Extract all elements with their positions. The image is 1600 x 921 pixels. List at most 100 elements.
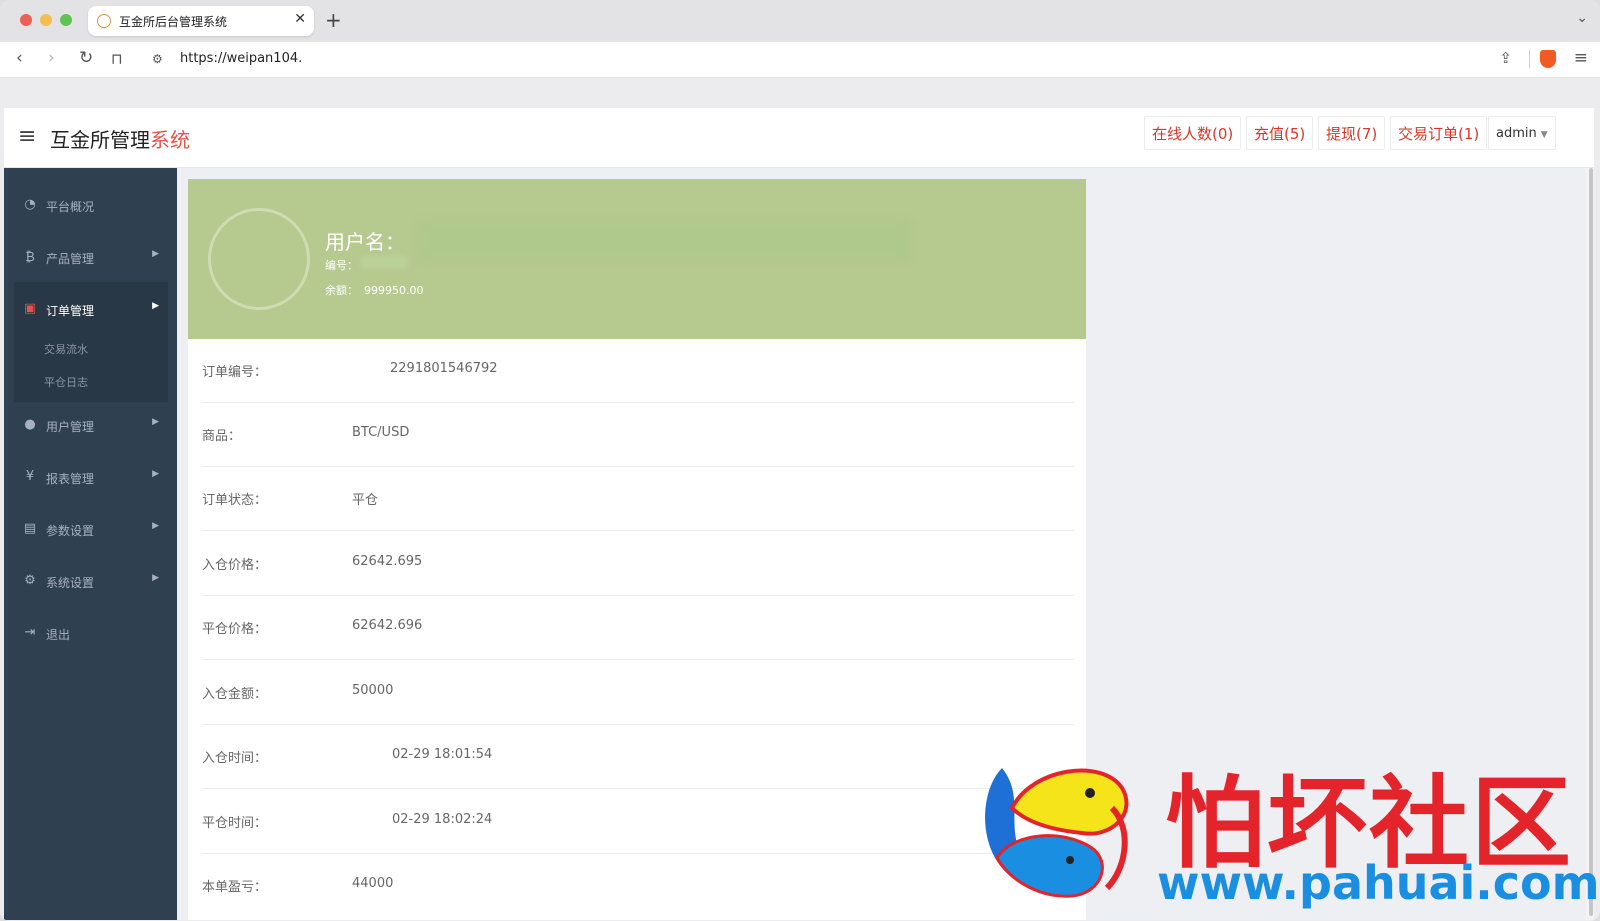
user-icon: ● [24,417,36,432]
detail-row-product: 商品： BTC/USD [202,403,1074,467]
yen-icon: ¥ [25,469,35,484]
logout-icon: ⇥ [24,625,36,640]
forward-arrow-icon[interactable]: › [48,48,55,68]
brand-title: 互金所管理系统 [50,124,190,153]
order-detail-card: 用户名： 编号： 余额： 999950.00 订单编号： 229180154679… [188,179,1086,920]
sidebar-item-reports[interactable]: ¥ 报表管理 ▶ [4,453,177,501]
new-tab-button[interactable]: + [325,8,342,32]
sidebar-item-label: 平台概况 [46,200,95,214]
tab-close-icon[interactable]: ✕ [294,11,306,27]
detail-value: 62642.695 [352,554,423,569]
detail-row-close-price: 平仓价格： 62642.696 [202,596,1074,660]
detail-label: 平仓时间： [202,816,268,831]
detail-label: 平仓价格： [202,622,268,637]
brave-shield-icon[interactable] [1540,50,1556,68]
detail-label: 入仓金额： [202,687,268,702]
balance-label: 余额： [325,284,358,297]
trade-orders-link[interactable]: 交易订单(1) [1390,116,1488,150]
avatar [208,208,310,310]
toolbar-divider [1529,50,1530,68]
caret-right-icon: ▶ [152,469,159,479]
detail-value: 50000 [352,683,394,698]
detail-row-amount: 入仓金额： 50000 [202,661,1074,725]
detail-row-close-time: 平仓时间： 02-29 18:02:24 [202,790,1074,854]
params-icon: ▤ [23,521,37,536]
site-settings-icon[interactable]: ⚙ [152,52,163,66]
username-label: 用户名： [325,230,405,254]
brand-main: 互金所管理 [50,128,150,152]
sidebar-item-products[interactable]: ₿ 产品管理 ▶ [4,233,177,281]
url-field[interactable]: https://weipan104. [180,51,302,66]
tab-strip: 互金所后台管理系统 ✕ + ⌄ [0,0,1600,42]
detail-value: 2291801546792 [390,361,498,376]
caret-right-icon: ▶ [152,521,159,531]
redacted-user-id [360,255,408,269]
tab-title: 互金所后台管理系统 [119,15,228,29]
tab-list-chevron-icon[interactable]: ⌄ [1576,10,1588,26]
bookmark-icon[interactable]: ⊓ [111,50,123,68]
detail-value: 44000 [352,876,394,891]
sidebar-item-logout[interactable]: ⇥ 退出 [4,609,177,657]
sidebar-subitem-trade-flow[interactable]: 交易流水 [44,341,88,357]
reload-icon[interactable]: ↻ [79,48,93,68]
withdraw-link[interactable]: 提现(7) [1318,116,1386,150]
sidebar-item-overview[interactable]: ◔ 平台概况 [4,181,177,229]
user-profile-banner: 用户名： 编号： 余额： 999950.00 [188,179,1086,339]
close-window-button[interactable] [20,14,32,26]
detail-row-pnl: 本单盈亏： 44000 [202,854,1074,918]
bitcoin-icon: ₿ [25,250,35,265]
sidebar-item-system[interactable]: ⚙ 系统设置 ▶ [4,557,177,605]
browser-window: 互金所后台管理系统 ✕ + ⌄ ‹ › ↻ ⊓ ⚙ https://weipan… [0,0,1600,921]
sidebar-item-label: 用户管理 [46,420,95,434]
detail-row-open-price: 入仓价格： 62642.695 [202,532,1074,596]
sidebar-item-label: 系统设置 [46,576,95,590]
sidebar: ◔ 平台概况 ₿ 产品管理 ▶ ▣ 订单管理 ▶ 交易流水 平仓日志 ● 用户管… [4,168,177,920]
caret-right-icon: ▶ [152,417,159,427]
sidebar-item-label: 订单管理 [46,304,95,318]
detail-row-open-time: 入仓时间： 02-29 18:01:54 [202,725,1074,789]
share-icon[interactable]: ⇪ [1499,49,1512,67]
detail-row-order-no: 订单编号： 2291801546792 [202,339,1074,403]
detail-value: 62642.696 [352,618,423,633]
redacted-username [418,221,913,261]
back-arrow-icon[interactable]: ‹ [16,48,23,68]
detail-row-status: 订单状态： 平仓 [202,467,1074,531]
sidebar-item-label: 退出 [46,628,71,642]
detail-label: 订单状态： [202,493,268,508]
app-header: ≡ 互金所管理系统 在线人数(0) 充值(5) 提现(7) 交易订单(1) ad… [4,108,1594,168]
sidebar-item-label: 报表管理 [46,472,95,486]
sidebar-item-label: 产品管理 [46,252,95,266]
detail-label: 本单盈亏： [202,880,268,895]
sidebar-item-params[interactable]: ▤ 参数设置 ▶ [4,505,177,553]
page-scrollbar-thumb[interactable] [1589,168,1593,916]
detail-value: 平仓 [352,493,379,508]
balance-line: 余额： 999950.00 [325,282,424,298]
user-id-label: 编号： [325,259,358,272]
address-toolbar: ‹ › ↻ ⊓ ⚙ https://weipan104. ⇪ ≡ [0,42,1600,78]
watermark-fish-logo-icon [985,768,1129,898]
browser-menu-icon[interactable]: ≡ [1574,48,1588,68]
favicon-icon [97,14,111,28]
browser-tab-active[interactable]: 互金所后台管理系统 ✕ [88,6,314,36]
caret-right-icon: ▶ [152,301,159,311]
sidebar-item-orders[interactable]: ▣ 订单管理 ▶ [4,285,177,333]
detail-value: 02-29 18:02:24 [392,812,493,827]
balance-value: 999950.00 [364,284,424,297]
sidebar-item-label: 参数设置 [46,524,95,538]
admin-user-label: admin [1496,126,1537,141]
detail-value: 02-29 18:01:54 [392,747,493,762]
detail-value: BTC/USD [352,425,410,440]
sidebar-item-users[interactable]: ● 用户管理 ▶ [4,401,177,449]
detail-label: 入仓价格： [202,558,268,573]
minimize-window-button[interactable] [40,14,52,26]
watermark-url: www.pahuai.com [1157,856,1600,910]
sidebar-subitem-close-log[interactable]: 平仓日志 [44,374,88,390]
admin-user-dropdown[interactable]: admin ▼ [1488,116,1556,150]
maximize-window-button[interactable] [60,14,72,26]
caret-right-icon: ▶ [152,573,159,583]
hamburger-menu-icon[interactable]: ≡ [18,124,36,149]
recharge-link[interactable]: 充值(5) [1246,116,1314,150]
gears-icon: ⚙ [24,573,36,588]
online-count-link[interactable]: 在线人数(0) [1144,116,1242,150]
caret-right-icon: ▶ [152,249,159,259]
